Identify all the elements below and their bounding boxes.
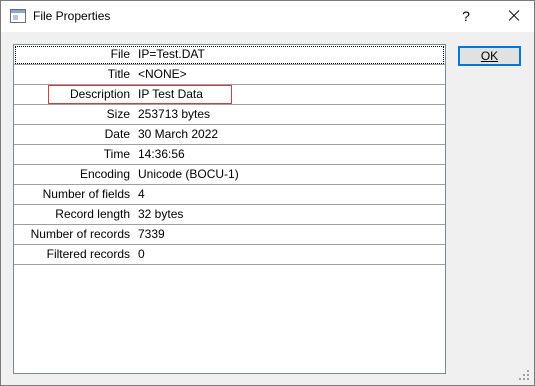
property-label: Title [107,67,130,81]
ok-button[interactable]: OK [458,46,521,66]
property-value: IP Test Data [138,87,203,101]
window-icon [10,9,26,23]
property-row-time[interactable]: Time 14:36:56 [14,145,445,165]
property-value: Unicode (BOCU-1) [138,167,239,181]
property-row-title[interactable]: Title <NONE> [14,65,445,85]
property-label: Number of records [30,227,130,241]
title-bar: File Properties ? [1,1,534,32]
property-label: Size [106,107,130,121]
property-label: Number of fields [42,187,130,201]
property-row-description[interactable]: Description IP Test Data [14,85,445,105]
close-icon[interactable] [498,4,528,28]
property-value: <NONE> [138,67,187,81]
property-row-size[interactable]: Size 253713 bytes [14,105,445,125]
property-row-encoding[interactable]: Encoding Unicode (BOCU-1) [14,165,445,185]
property-row-number-of-fields[interactable]: Number of fields 4 [14,185,445,205]
property-value: 32 bytes [138,207,184,221]
property-label: Description [69,87,130,101]
property-value: 253713 bytes [138,107,211,121]
window-title: File Properties [33,9,111,23]
property-value: 4 [138,187,145,201]
property-value: 30 March 2022 [138,127,219,141]
property-label: Time [103,147,130,161]
help-button[interactable]: ? [451,4,481,28]
resize-grip-icon[interactable] [517,368,531,382]
property-value: 0 [138,247,145,261]
property-row-date[interactable]: Date 30 March 2022 [14,125,445,145]
property-row-record-length[interactable]: Record length 32 bytes [14,205,445,225]
property-value: 7339 [138,227,165,241]
property-label: Filtered records [46,247,130,261]
property-value: IP=Test.DAT [138,47,205,61]
property-label: Date [104,127,130,141]
property-label: Record length [55,207,130,221]
property-row-number-of-records[interactable]: Number of records 7339 [14,225,445,245]
property-row-file[interactable]: File IP=Test.DAT [14,45,445,65]
properties-list[interactable]: File IP=Test.DAT Title <NONE> Descriptio… [13,44,446,374]
property-label: Encoding [79,167,130,181]
property-row-filtered-records[interactable]: Filtered records 0 [14,245,445,265]
property-value: 14:36:56 [138,147,185,161]
property-label: File [110,47,130,61]
file-properties-dialog: File Properties ? File IP=Test.DAT Title… [0,0,535,386]
